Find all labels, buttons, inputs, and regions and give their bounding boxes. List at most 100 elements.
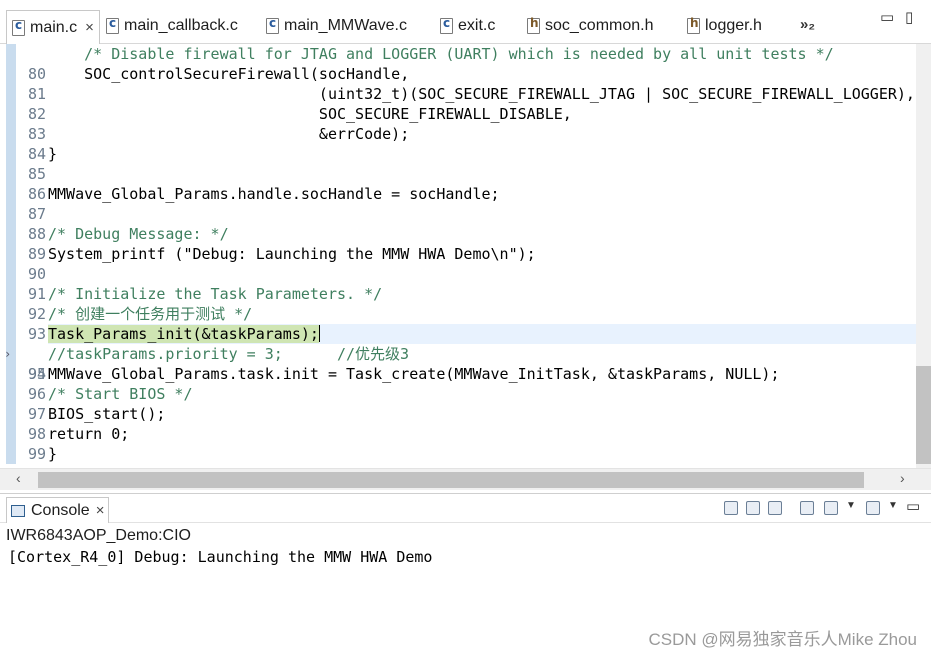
line-text: SOC_controlSecureFirewall(socHandle, [48, 64, 916, 84]
code-line: 99 return 0; [0, 424, 931, 463]
code-editor[interactable]: 80 /* Disable firewall for JTAG and LOGG… [0, 44, 931, 468]
c-file-icon [12, 18, 25, 36]
code-line: 81 SOC_controlSecureFirewall(socHandle, [0, 64, 931, 103]
line-text: /* Initialize the Task Parameters. */ [48, 284, 916, 304]
code-line: 98 BIOS_start(); [0, 404, 931, 443]
tab-main-mmwave-c[interactable]: main_MMWave.c [266, 8, 407, 44]
maximize-icon[interactable]: ▯ [905, 8, 913, 26]
comment: /* Debug Message: */ [48, 225, 229, 243]
code-line: 80 /* Disable firewall for JTAG and LOGG… [0, 44, 931, 83]
chevron-down-icon[interactable]: ▼ [888, 500, 898, 511]
code: BIOS_start(); [48, 405, 166, 423]
comment: /* Initialize the Task Parameters. */ [48, 285, 383, 303]
code-line: 90 System_printf ("Debug: Launching the … [0, 244, 931, 283]
line-text: } [48, 144, 916, 164]
c-file-icon [106, 16, 119, 34]
editor-tab-bar: main.c × main_callback.c main_MMWave.c e… [0, 0, 931, 44]
tab-overflow-button[interactable]: »₂ [800, 16, 815, 33]
line-text: /* Start BIOS */ [48, 384, 916, 404]
line-text: (uint32_t)(SOC_SECURE_FIREWALL_JTAG | SO… [48, 84, 916, 104]
line-text [48, 204, 916, 224]
tab-soc-common-h[interactable]: soc_common.h [527, 8, 654, 44]
scroll-left-icon[interactable]: ‹ [16, 470, 21, 486]
code-line: 87 MMWave_Global_Params.handle.socHandle… [0, 184, 931, 223]
code: return 0; [48, 425, 130, 443]
minimize-icon[interactable]: ▭ [880, 8, 894, 26]
tab-main-callback-c[interactable]: main_callback.c [106, 8, 238, 44]
code-line: 95 //taskParams.priority = 3; //优先级3 [0, 344, 931, 383]
code-line: 83 SOC_SECURE_FIREWALL_DISABLE, [0, 104, 931, 143]
line-text: /* Debug Message: */ [48, 224, 916, 244]
line-text: /* 创建一个任务用于测试 */ [48, 304, 916, 324]
code: SOC_SECURE_FIREWALL_DISABLE, [48, 105, 572, 123]
line-text: /* Disable firewall for JTAG and LOGGER … [48, 44, 916, 64]
console-icon [11, 504, 25, 517]
code: } [48, 445, 58, 463]
line-text: MMWave_Global_Params.handle.socHandle = … [48, 184, 916, 204]
tab-label: logger.h [705, 17, 762, 34]
h-file-icon [687, 16, 700, 34]
c-file-icon [266, 16, 279, 34]
text-cursor [318, 325, 320, 342]
code: (uint32_t)(SOC_SECURE_FIREWALL_JTAG | SO… [48, 85, 915, 103]
vertical-scroll-thumb[interactable] [916, 366, 931, 464]
tab-label: soc_common.h [545, 17, 654, 34]
code-line: 82 (uint32_t)(SOC_SECURE_FIREWALL_JTAG |… [0, 84, 931, 123]
horizontal-scrollbar[interactable]: ‹ › [0, 468, 931, 490]
close-icon[interactable]: × [85, 19, 94, 36]
line-text: SOC_SECURE_FIREWALL_DISABLE, [48, 104, 916, 124]
code-line: 93 /* 创建一个任务用于测试 */ [0, 304, 931, 343]
console-view-toolbar: Console × ▼ ▼ ▭ [0, 493, 931, 523]
watermark: CSDN @网易独家音乐人Mike Zhou [648, 630, 917, 649]
code: System_printf ("Debug: Launching the MMW… [48, 245, 536, 263]
code: MMWave_Global_Params.handle.socHandle = … [48, 185, 500, 203]
code: MMWave_Global_Params.task.init = Task_cr… [48, 365, 780, 383]
code-line: 89 /* Debug Message: */ [0, 224, 931, 263]
code-line: 84 &errCode); [0, 124, 931, 163]
comment: /* 创建一个任务用于测试 */ [48, 305, 253, 323]
clear-console-icon[interactable] [724, 501, 738, 515]
code-line: 86 [0, 164, 931, 203]
line-text: MMWave_Global_Params.task.init = Task_cr… [48, 364, 916, 384]
code-line: 92 /* Initialize the Task Parameters. */ [0, 284, 931, 323]
line-text [48, 264, 916, 284]
console-output[interactable]: [Cortex_R4_0] Debug: Launching the MMW H… [8, 548, 432, 566]
tab-console[interactable]: Console × [6, 497, 110, 523]
code: Task_Params_init(&taskParams); [48, 325, 319, 343]
code: SOC_controlSecureFirewall(socHandle, [48, 65, 410, 83]
code-line: 97 /* Start BIOS */ [0, 384, 931, 423]
tab-label: exit.c [458, 17, 496, 34]
line-text: &errCode); [48, 124, 916, 144]
scroll-lock-icon[interactable] [746, 501, 760, 515]
code-line: 96 MMWave_Global_Params.task.init = Task… [0, 364, 931, 403]
code-line: 91 [0, 264, 931, 303]
code: } [48, 145, 58, 163]
current-code-line: › 94 Task_Params_init(&taskParams); [0, 324, 931, 383]
line-text: Task_Params_init(&taskParams); [48, 324, 916, 344]
h-file-icon [527, 16, 540, 34]
line-text: //taskParams.priority = 3; //优先级3 [48, 344, 916, 364]
display-console-icon[interactable] [824, 501, 838, 515]
line-text: return 0; [48, 424, 916, 444]
tab-label: main.c [30, 18, 78, 36]
chevron-down-icon[interactable]: ▼ [846, 500, 856, 511]
vertical-scrollbar[interactable] [916, 44, 931, 468]
comment: /* Disable firewall for JTAG and LOGGER … [48, 45, 834, 63]
scroll-right-icon[interactable]: › [900, 470, 905, 486]
open-console-icon[interactable] [866, 501, 880, 515]
word-wrap-icon[interactable] [768, 501, 782, 515]
comment: //taskParams.priority = 3; //优先级3 [48, 345, 410, 363]
line-text: } [48, 444, 916, 464]
tab-main-c[interactable]: main.c × [6, 10, 100, 44]
close-icon[interactable]: × [96, 502, 105, 519]
horizontal-scroll-thumb[interactable] [38, 472, 864, 488]
comment: /* Start BIOS */ [48, 385, 193, 403]
tab-label: main_callback.c [124, 17, 238, 34]
c-file-icon [440, 16, 453, 34]
pin-console-icon[interactable] [800, 501, 814, 515]
console-tab-label: Console [31, 501, 90, 519]
code-line: 88 [0, 204, 931, 243]
tab-logger-h[interactable]: logger.h [687, 8, 762, 44]
minimize-icon[interactable]: ▭ [906, 497, 920, 515]
tab-exit-c[interactable]: exit.c [440, 8, 495, 44]
